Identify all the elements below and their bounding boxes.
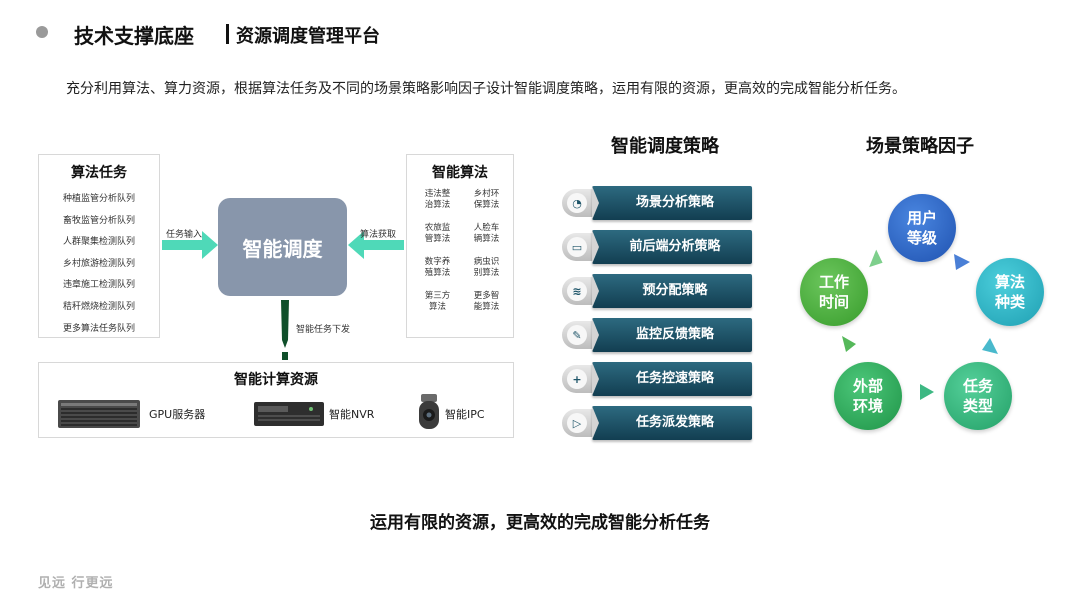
title-divider bbox=[226, 24, 229, 44]
strategies-title: 智能调度策略 bbox=[611, 136, 719, 157]
strategy-label: 预分配策略 bbox=[642, 283, 708, 298]
task-queue-list: 种植监管分析队列 畜牧监管分析队列 人群聚集检测队列 乡村旅游检测队列 违章施工… bbox=[39, 189, 159, 340]
nvr-label: 智能NVR bbox=[329, 408, 375, 421]
gpu-server-label: GPU服务器 bbox=[149, 408, 206, 421]
pie-chart-icon: ◔ bbox=[562, 189, 596, 217]
algorithm-tasks-title: 算法任务 bbox=[71, 165, 127, 181]
strategy-label: 任务派发策略 bbox=[635, 415, 714, 430]
task-queue-item: 人群聚集检测队列 bbox=[62, 237, 135, 248]
task-input-label: 任务输入 bbox=[166, 230, 203, 240]
task-queue-item: 乡村旅游检测队列 bbox=[62, 258, 135, 269]
gpu-server-icon bbox=[58, 400, 140, 428]
strategy-item: ▷ 任务派发策略 bbox=[562, 406, 752, 440]
nvr-device-icon bbox=[254, 402, 324, 426]
plus-circle-icon: + bbox=[562, 365, 596, 393]
cycle-arrow-icon bbox=[954, 254, 970, 270]
compute-resources-panel: 智能计算资源 GPU服务器 智能NVR 智能IPC bbox=[38, 362, 514, 438]
task-queue-item: 种植监管分析队列 bbox=[62, 194, 135, 204]
strategy-item: ◔ 场景分析策略 bbox=[562, 186, 752, 220]
strategy-label: 场景分析策略 bbox=[635, 195, 714, 210]
task-queue-item: 畜牧监管分析队列 bbox=[62, 215, 135, 226]
algorithm-grid: 违法整 治算法 乡村环 保算法 农旅监 管算法 人脸车 辆算法 数字养 殖算法 … bbox=[415, 189, 509, 313]
strategy-label: 任务控速策略 bbox=[635, 371, 714, 386]
strategy-item: + 任务控速策略 bbox=[562, 362, 752, 396]
smart-scheduler-box: 智能调度 bbox=[218, 198, 347, 296]
factor-external-environment: 外部 环境 bbox=[834, 362, 902, 430]
page-subtitle: 资源调度管理平台 bbox=[236, 26, 380, 47]
compute-resources-title: 智能计算资源 bbox=[234, 372, 318, 388]
smart-algorithms-title: 智能算法 bbox=[432, 165, 488, 181]
intro-text: 充分利用算法、算力资源，根据算法任务及不同的场景策略影响因子设计智能调度策略，运… bbox=[66, 81, 906, 97]
cycle-arrow-icon bbox=[982, 338, 998, 354]
cycle-arrow-icon bbox=[869, 249, 883, 268]
factor-task-type: 任务 类型 bbox=[944, 362, 1012, 430]
algorithm-item: 病虫识 别算法 bbox=[473, 257, 500, 278]
task-dispatch-arrow-icon bbox=[281, 300, 289, 360]
algorithm-item: 第三方 算法 bbox=[424, 291, 451, 312]
edit-icon: ✎ bbox=[562, 321, 596, 349]
ipc-camera-icon bbox=[419, 394, 439, 429]
task-dispatch-label: 智能任务下发 bbox=[296, 325, 351, 335]
strategy-item: ✎ 监控反馈策略 bbox=[562, 318, 752, 352]
title-bullet bbox=[36, 26, 48, 38]
algorithm-item: 数字养 殖算法 bbox=[424, 257, 451, 278]
smart-scheduler-label: 智能调度 bbox=[242, 236, 323, 261]
algorithm-item: 更多智 能算法 bbox=[473, 291, 500, 312]
strategy-item: ▭ 前后端分析策略 bbox=[562, 230, 752, 264]
task-queue-item: 更多算法任务队列 bbox=[62, 323, 135, 334]
id-card-icon: ▭ bbox=[562, 233, 596, 261]
cycle-arrow-icon bbox=[920, 384, 934, 400]
strategy-label: 监控反馈策略 bbox=[635, 327, 714, 342]
smart-algorithms-panel: 智能算法 违法整 治算法 乡村环 保算法 农旅监 管算法 人脸车 辆算法 数字养… bbox=[406, 154, 514, 338]
footer-slogan: 见远 行更远 bbox=[38, 576, 114, 591]
tagline: 运用有限的资源，更高效的完成智能分析任务 bbox=[370, 513, 710, 533]
ipc-label: 智能IPC bbox=[445, 408, 485, 421]
task-queue-item: 违章施工检测队列 bbox=[62, 280, 135, 291]
factor-work-time: 工作 时间 bbox=[800, 258, 868, 326]
task-queue-item: 秸秆燃烧检测队列 bbox=[62, 301, 135, 312]
algo-fetch-label: 算法获取 bbox=[360, 230, 397, 240]
cycle-arrow-icon bbox=[842, 336, 856, 352]
algorithm-item: 乡村环 保算法 bbox=[473, 189, 500, 210]
factor-algorithm-type: 算法 种类 bbox=[976, 258, 1044, 326]
factors-title: 场景策略因子 bbox=[866, 136, 974, 157]
algorithm-item: 人脸车 辆算法 bbox=[473, 223, 500, 244]
media-play-icon: ▷ bbox=[562, 409, 596, 437]
algorithm-tasks-panel: 算法任务 种植监管分析队列 畜牧监管分析队列 人群聚集检测队列 乡村旅游检测队列… bbox=[38, 154, 160, 338]
strategy-label: 前后端分析策略 bbox=[629, 239, 721, 254]
factor-user-level: 用户 等级 bbox=[888, 194, 956, 262]
algorithm-item: 农旅监 管算法 bbox=[424, 223, 451, 244]
page-title: 技术支撑底座 bbox=[74, 24, 194, 48]
algorithm-item: 违法整 治算法 bbox=[424, 189, 451, 210]
database-icon: ≋ bbox=[562, 277, 596, 305]
strategy-item: ≋ 预分配策略 bbox=[562, 274, 752, 308]
